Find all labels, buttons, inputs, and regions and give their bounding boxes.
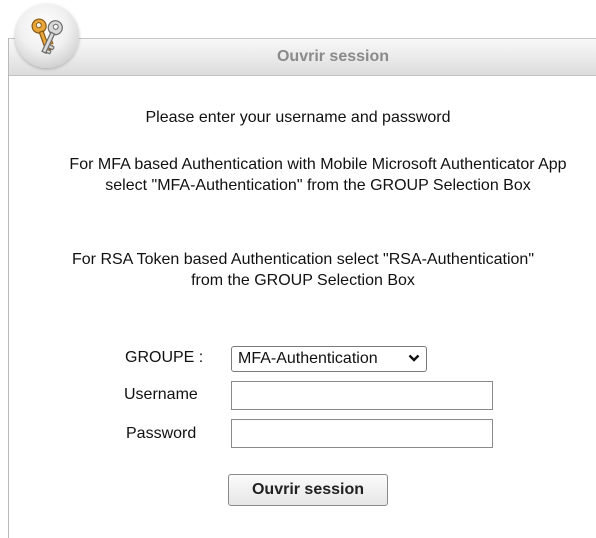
instruction-rsa: For RSA Token based Authentication selec… [72, 251, 534, 289]
instruction-mfa: For MFA based Authentication with Mobile… [69, 156, 567, 194]
keys-icon [15, 4, 79, 68]
group-select[interactable]: MFA-Authentication [231, 346, 427, 372]
username-label: Username [124, 386, 198, 403]
group-selected-value: MFA-Authentication [238, 350, 378, 367]
open-session-button[interactable]: Ouvrir session [228, 474, 388, 506]
panel-header: Ouvrir session [9, 38, 596, 76]
password-field[interactable] [231, 419, 493, 448]
panel-title: Ouvrir session [276, 48, 390, 65]
chevron-down-icon [408, 351, 420, 370]
username-field[interactable] [231, 381, 493, 410]
instruction-credentials: Please enter your username and password [145, 109, 451, 126]
group-label: GROUPE : [125, 349, 204, 366]
password-label: Password [126, 425, 197, 442]
